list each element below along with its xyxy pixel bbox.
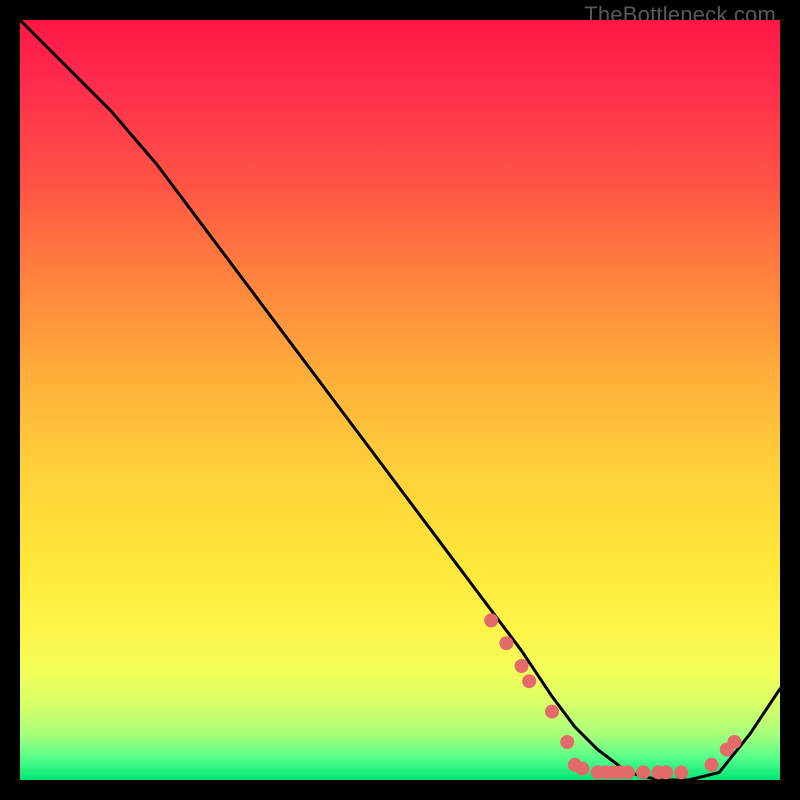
data-point — [515, 659, 529, 673]
bottleneck-curve — [20, 20, 780, 780]
data-point — [545, 705, 559, 719]
marker-layer — [484, 613, 741, 779]
data-point — [560, 735, 574, 749]
data-point — [575, 762, 589, 776]
data-point — [499, 636, 513, 650]
curve-layer — [20, 20, 780, 780]
plot-area — [20, 20, 780, 780]
data-point — [659, 765, 673, 779]
data-point — [636, 765, 650, 779]
data-point — [522, 674, 536, 688]
chart-frame: TheBottleneck.com — [0, 0, 800, 800]
curve-svg — [20, 20, 780, 780]
data-point — [705, 758, 719, 772]
data-point — [674, 765, 688, 779]
data-point — [484, 613, 498, 627]
data-point — [621, 765, 635, 779]
data-point — [727, 735, 741, 749]
